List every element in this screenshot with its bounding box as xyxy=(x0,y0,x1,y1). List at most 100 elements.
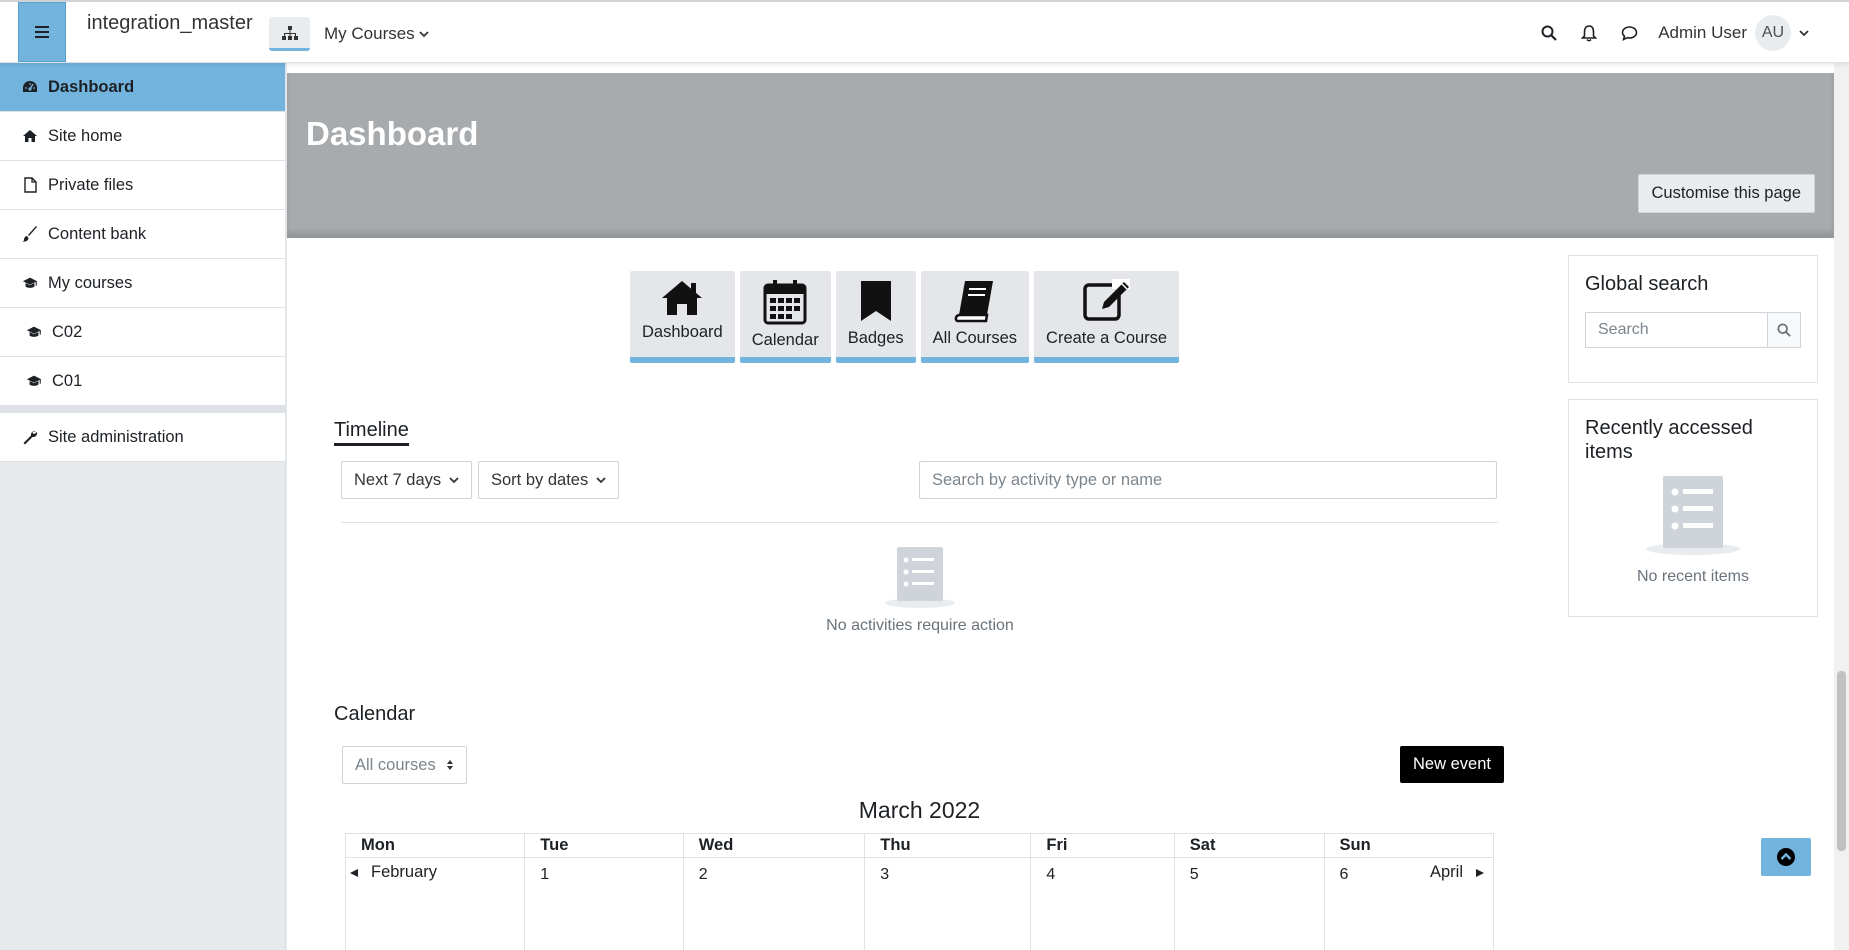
sidebar-item-site-home[interactable]: Site home xyxy=(0,112,285,161)
sidebar-item-label: Site home xyxy=(48,126,123,145)
quicklink-all-courses[interactable]: All Courses xyxy=(920,271,1030,363)
sidebar-item-label: Private files xyxy=(48,175,134,194)
back-to-top-button[interactable] xyxy=(1761,838,1811,876)
calendar-day-cell[interactable]: 2 xyxy=(682,857,866,950)
dashboard-icon xyxy=(22,79,38,95)
weekday-header: Wed xyxy=(682,833,866,858)
quicklink-label: Badges xyxy=(847,329,904,347)
top-navbar: integration_master My Courses Admin User… xyxy=(0,0,1849,63)
scrollbar-thumb[interactable] xyxy=(1837,671,1846,851)
weekday-header: Tue xyxy=(524,833,684,858)
main-content: Dashboard Customise this page Dashboard … xyxy=(287,63,1834,950)
edit-icon xyxy=(1082,279,1130,321)
global-search-title: Global search xyxy=(1585,273,1709,295)
sidebar-item-label: My courses xyxy=(48,273,133,292)
site-name[interactable]: integration_master xyxy=(87,12,253,35)
chevron-down-icon xyxy=(1799,30,1809,37)
timeline-search-input[interactable] xyxy=(919,461,1497,499)
sidebar: Dashboard Site home Private files Conten… xyxy=(0,63,286,950)
hamburger-icon[interactable] xyxy=(18,2,66,62)
sidebar-item-label: Dashboard xyxy=(48,77,135,96)
timeline-title: Timeline xyxy=(334,419,409,446)
empty-text: No recent items xyxy=(1636,568,1750,585)
course-filter-select[interactable]: All courses xyxy=(342,746,467,784)
avatar: AU xyxy=(1755,15,1791,51)
weekday-header: Mon xyxy=(344,833,526,858)
graduation-cap-icon xyxy=(26,373,42,389)
my-courses-label: My Courses xyxy=(324,24,415,43)
new-event-button[interactable]: New event xyxy=(1400,746,1504,783)
quicklink-label: All Courses xyxy=(932,329,1018,347)
weekday-header: Sun xyxy=(1323,833,1495,858)
quicklink-label: Dashboard xyxy=(642,323,723,341)
search-icon[interactable] xyxy=(1538,22,1560,44)
calendar-day-cell[interactable]: 1 xyxy=(524,857,684,950)
weekday-header: Thu xyxy=(864,833,1032,858)
page-header: Dashboard Customise this page xyxy=(287,73,1834,238)
customise-page-button[interactable]: Customise this page xyxy=(1637,174,1815,213)
timeline-divider xyxy=(341,522,1498,523)
sidebar-item-label: C02 xyxy=(52,322,83,341)
user-menu[interactable]: Admin User AU xyxy=(1658,15,1809,51)
chevron-down-icon xyxy=(596,477,606,484)
search-icon[interactable] xyxy=(1767,312,1801,348)
sidebar-item-private-files[interactable]: Private files xyxy=(0,161,285,210)
bookmark-icon xyxy=(860,281,891,321)
select-label: All courses xyxy=(355,755,436,774)
brush-icon xyxy=(22,226,38,242)
sort-arrows-icon xyxy=(446,760,453,770)
month-title: March 2022 xyxy=(858,797,981,823)
my-courses-menu[interactable]: My Courses xyxy=(324,24,429,44)
timeline-sort-dropdown[interactable]: Sort by dates xyxy=(478,461,620,499)
empty-text: No activities require action xyxy=(826,617,1014,634)
timeline-range-dropdown[interactable]: Next 7 days xyxy=(341,461,473,499)
quicklink-label: Calendar xyxy=(751,331,819,349)
quicklink-dashboard[interactable]: Dashboard xyxy=(630,271,735,363)
user-name: Admin User xyxy=(1658,23,1747,42)
weekday-header: Sat xyxy=(1173,833,1325,858)
sidebar-item-dashboard[interactable]: Dashboard xyxy=(0,63,285,112)
sidebar-item-c01[interactable]: C01 xyxy=(0,357,285,406)
global-search-input[interactable] xyxy=(1585,312,1767,348)
calendar-icon xyxy=(763,280,807,325)
calendar-day-cell[interactable]: 5 xyxy=(1173,857,1325,950)
file-icon xyxy=(22,177,38,193)
calendar-day-cell[interactable]: 4 xyxy=(1030,857,1175,950)
page-scrollbar[interactable] xyxy=(1834,63,1849,950)
quick-links: Dashboard Calendar Badges All Courses Cr… xyxy=(630,271,1180,363)
home-icon xyxy=(662,281,703,315)
calendar-day-cell[interactable] xyxy=(344,857,526,950)
quicklink-calendar[interactable]: Calendar xyxy=(739,271,831,363)
book-icon xyxy=(954,281,993,323)
calendar-day-cell[interactable]: 6 xyxy=(1323,857,1495,950)
document-list-icon xyxy=(1646,476,1740,555)
sidebar-divider xyxy=(0,406,285,413)
quicklink-badges[interactable]: Badges xyxy=(835,271,916,363)
weekday-header: Fri xyxy=(1030,833,1175,858)
sidebar-item-site-administration[interactable]: Site administration xyxy=(0,413,285,462)
graduation-cap-icon xyxy=(22,275,38,291)
recent-items-title: Recently accessed items xyxy=(1585,417,1753,463)
timeline-empty-state: No activities require action xyxy=(825,543,1015,635)
wrench-icon xyxy=(22,429,38,445)
sidebar-item-label: C01 xyxy=(52,371,83,390)
chevron-down-icon xyxy=(449,477,459,484)
chevron-down-icon xyxy=(419,31,429,38)
sidebar-item-content-bank[interactable]: Content bank xyxy=(0,210,285,259)
arrow-up-circle-icon xyxy=(1777,848,1795,866)
sidebar-item-my-courses[interactable]: My courses xyxy=(0,259,285,308)
quicklink-create-course[interactable]: Create a Course xyxy=(1034,271,1180,363)
chat-bubble-icon[interactable] xyxy=(1618,22,1640,44)
document-list-icon xyxy=(885,547,955,608)
sitemap-icon[interactable] xyxy=(269,17,310,51)
page-title: Dashboard xyxy=(306,115,479,152)
calendar-grid: Mon Tue Wed Thu Fri Sat Sun 1 2 3 4 5 6 xyxy=(344,833,1495,950)
sidebar-item-c02[interactable]: C02 xyxy=(0,308,285,357)
calendar-day-cell[interactable]: 3 xyxy=(864,857,1032,950)
recent-items-block: Recently accessed items No recent items xyxy=(1568,399,1818,617)
dropdown-label: Sort by dates xyxy=(491,470,589,489)
home-icon xyxy=(22,128,38,144)
bell-icon[interactable] xyxy=(1578,22,1600,44)
sidebar-item-label: Site administration xyxy=(48,427,184,446)
global-search-block: Global search xyxy=(1568,255,1818,383)
